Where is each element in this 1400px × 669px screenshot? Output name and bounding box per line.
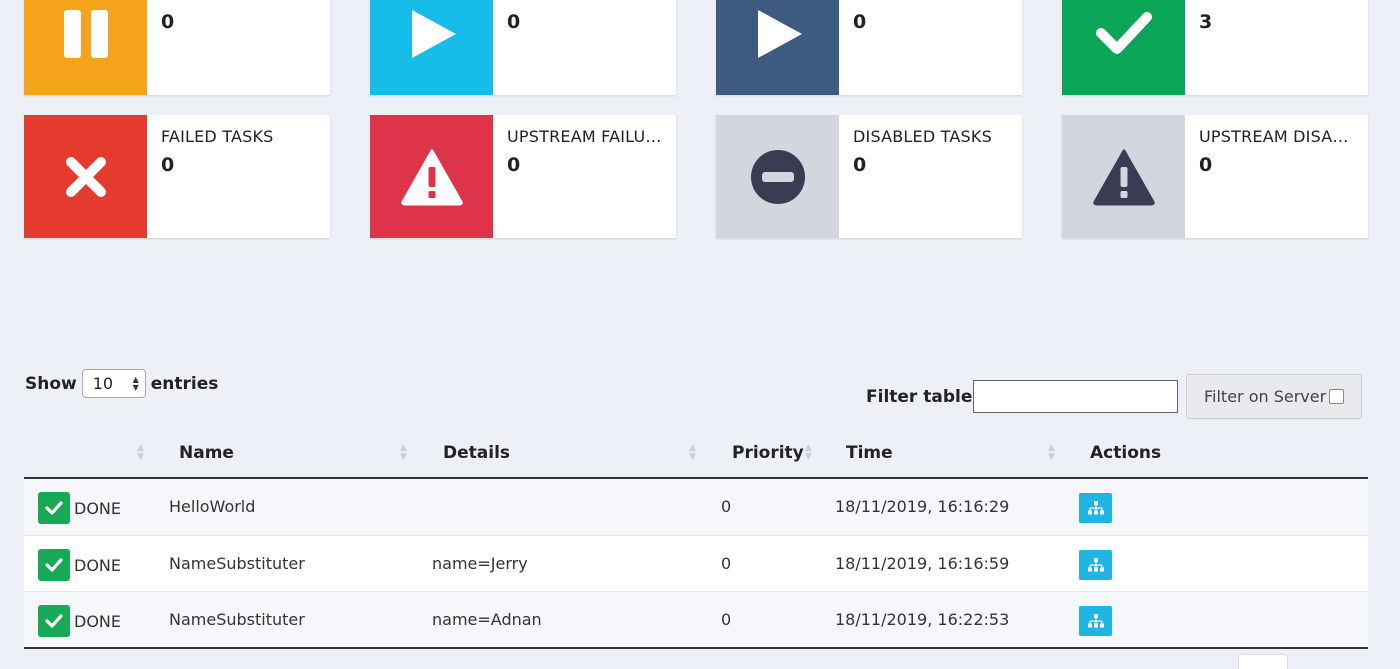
filter-on-server-toggle[interactable]: Filter on Server: [1186, 374, 1362, 419]
card-icon-box: [1062, 0, 1185, 95]
name-cell: NameSubstituter: [169, 554, 305, 573]
priority-cell: 0: [721, 610, 732, 629]
details-cell: name=Adnan: [432, 610, 542, 629]
status-cell: DONE: [38, 605, 121, 637]
card-label: [853, 0, 1021, 5]
pause-icon: [63, 9, 108, 58]
dependency-graph-button[interactable]: [1079, 606, 1112, 636]
task-dashboard: 0 0 0 3 FAILED TASKS 0 UPSTREAM FAILU… 0…: [0, 0, 1400, 669]
check-icon: [38, 605, 70, 637]
card-count: 0: [1199, 154, 1213, 176]
warning-icon: [400, 149, 463, 205]
entries-select[interactable]: 10 ▲ ▼: [81, 369, 146, 398]
card-label: DISABLED TASKS: [853, 127, 992, 146]
status-text: DONE: [74, 555, 121, 575]
card-count: 0: [161, 154, 175, 176]
card-label: [507, 0, 675, 5]
name-cell: HelloWorld: [169, 497, 256, 516]
card-count: 0: [507, 154, 521, 176]
time-cell: 18/11/2019, 16:16:29: [835, 497, 1010, 516]
card-count: 0: [853, 11, 867, 33]
check-icon: [38, 549, 70, 581]
check-icon: [38, 492, 70, 524]
card-failed-tasks[interactable]: FAILED TASKS 0: [24, 115, 330, 238]
card-label: UPSTREAM FAILU…: [507, 127, 662, 146]
dependency-graph-button[interactable]: [1079, 550, 1112, 580]
card-icon-box: [716, 0, 839, 95]
card-icon-box: [24, 0, 147, 95]
card-icon-box: [1062, 115, 1185, 238]
table-row[interactable]: DONE NameSubstituter name=Adnan 0 18/11/…: [24, 591, 1368, 647]
status-cell: DONE: [38, 492, 121, 524]
filter-on-server-checkbox[interactable]: [1329, 389, 1345, 404]
time-cell: 18/11/2019, 16:22:53: [835, 610, 1010, 629]
col-header-priority[interactable]: Priority: [732, 443, 804, 463]
card-upstream-disabled[interactable]: UPSTREAM DISA… 0: [1062, 115, 1368, 238]
sitemap-icon: [1087, 501, 1104, 515]
card-batch-running-tasks[interactable]: 0: [716, 0, 1022, 95]
card-running-tasks[interactable]: 0: [370, 0, 676, 95]
sort-icon[interactable]: ▲ ▼: [805, 444, 812, 462]
filter-table-input[interactable]: [973, 380, 1178, 413]
card-done-tasks[interactable]: 3: [1062, 0, 1368, 95]
dependency-graph-button[interactable]: [1079, 493, 1112, 523]
card-count: 0: [853, 154, 867, 176]
sort-icon[interactable]: ▲ ▼: [1048, 444, 1055, 462]
entries-select-value: 10: [92, 374, 114, 393]
sort-icon[interactable]: ▲ ▼: [400, 444, 407, 462]
sitemap-icon: [1087, 614, 1104, 628]
show-entries-control: Show 10 ▲ ▼ entries: [25, 369, 218, 398]
warning-icon: [1092, 149, 1155, 205]
table-row[interactable]: DONE NameSubstituter name=Jerry 0 18/11/…: [24, 535, 1368, 591]
card-icon-box: [716, 115, 839, 238]
filter-on-server-label: Filter on Server: [1204, 387, 1327, 406]
show-label: Show: [25, 373, 77, 394]
card-count: 0: [507, 11, 521, 33]
x-icon: [65, 156, 106, 197]
priority-cell: 0: [721, 554, 732, 573]
table-header: ▲ ▼ Name ▲ ▼ Details ▲ ▼ Priority ▲ ▼ Time ▲…: [24, 428, 1368, 479]
updown-arrows-icon: ▲ ▼: [132, 374, 139, 392]
task-table: ▲ ▼ Name ▲ ▼ Details ▲ ▼ Priority ▲ ▼ Time ▲…: [24, 428, 1368, 649]
status-text: DONE: [74, 611, 121, 631]
table-footer-border: [24, 647, 1368, 649]
check-icon: [1095, 11, 1152, 54]
col-header-actions: Actions: [1090, 443, 1162, 463]
col-header-name[interactable]: Name: [179, 443, 234, 463]
name-cell: NameSubstituter: [169, 610, 305, 629]
entries-label: entries: [150, 373, 219, 394]
time-cell: 18/11/2019, 16:16:59: [835, 554, 1010, 573]
card-upstream-failure[interactable]: UPSTREAM FAILU… 0: [370, 115, 676, 238]
card-disabled-tasks[interactable]: DISABLED TASKS 0: [716, 115, 1022, 238]
table-row[interactable]: DONE HelloWorld 0 18/11/2019, 16:16:29: [24, 479, 1368, 535]
filter-table-label: Filter table:: [866, 387, 980, 407]
card-icon-box: [370, 0, 493, 95]
minus-circle-icon: [750, 149, 805, 204]
pagination-button[interactable]: [1238, 654, 1288, 669]
play-icon: [411, 9, 456, 58]
play-icon: [757, 9, 802, 58]
card-pending-tasks[interactable]: 0: [24, 0, 330, 95]
card-count: 0: [161, 11, 175, 33]
card-label: [1199, 0, 1367, 5]
status-cell: DONE: [38, 549, 121, 581]
sort-icon[interactable]: ▲ ▼: [689, 444, 696, 462]
sort-icon[interactable]: ▲ ▼: [137, 444, 144, 462]
status-text: DONE: [74, 498, 121, 518]
details-cell: name=Jerry: [432, 554, 528, 573]
card-icon-box: [24, 115, 147, 238]
card-label: FAILED TASKS: [161, 127, 274, 146]
priority-cell: 0: [721, 497, 732, 516]
card-label: UPSTREAM DISA…: [1199, 127, 1349, 146]
col-header-details[interactable]: Details: [443, 443, 510, 463]
card-icon-box: [370, 115, 493, 238]
col-header-time[interactable]: Time: [846, 443, 893, 463]
card-count: 3: [1199, 11, 1213, 33]
sitemap-icon: [1087, 558, 1104, 572]
card-label: [161, 0, 329, 5]
table-body: DONE HelloWorld 0 18/11/2019, 16:16:29 D…: [24, 479, 1368, 647]
